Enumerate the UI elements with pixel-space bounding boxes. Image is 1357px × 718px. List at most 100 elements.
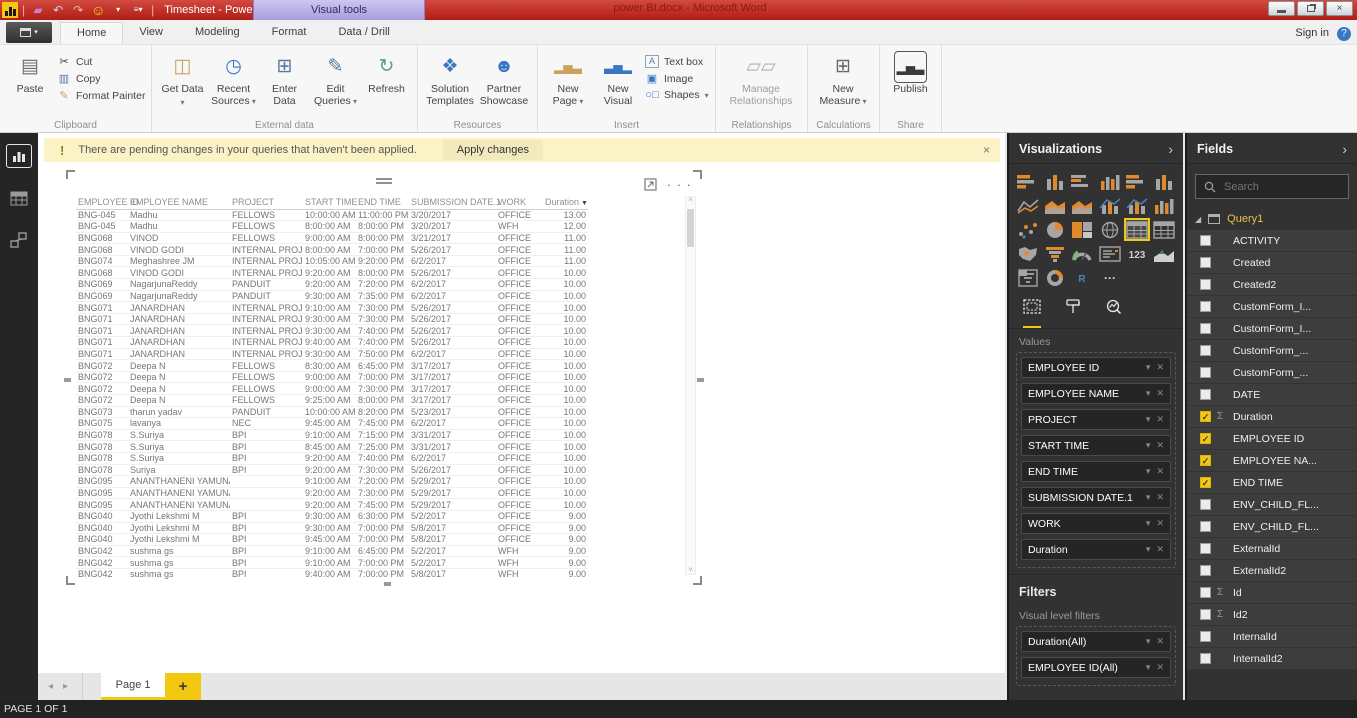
table-row[interactable]: BNG071JANARDHANINTERNAL PROJECT9:40:00 A… bbox=[76, 337, 588, 349]
field-pill-project[interactable]: PROJECT▾✕ bbox=[1021, 409, 1171, 430]
publish-button[interactable]: ▂▅▃Publish bbox=[887, 50, 934, 95]
resize-handle[interactable] bbox=[64, 378, 71, 382]
table-row[interactable]: BNG075lavanyaNEC9:45:00 AM7:45:00 PM6/2/… bbox=[76, 418, 588, 430]
search-input[interactable] bbox=[1224, 181, 1334, 193]
field-item-created[interactable]: Created bbox=[1187, 252, 1357, 273]
map-visual-icon[interactable] bbox=[1096, 218, 1122, 241]
table-row[interactable]: BNG068VINOD GODIINTERNAL PROJECT8:00:00 … bbox=[76, 244, 588, 256]
field-checkbox-checked[interactable]: ✓ bbox=[1200, 411, 1211, 422]
column-header-duration[interactable]: Duration bbox=[543, 196, 588, 209]
field-item-id2[interactable]: ΣId2 bbox=[1187, 604, 1357, 625]
cut-button[interactable]: ✂Cut bbox=[57, 55, 145, 68]
visual-more-options-icon[interactable]: · · · bbox=[667, 177, 692, 192]
banner-close-icon[interactable]: × bbox=[983, 143, 990, 157]
remove-field-icon[interactable]: ✕ bbox=[1156, 388, 1164, 399]
resize-handle[interactable] bbox=[384, 582, 391, 586]
field-item-activity[interactable]: ACTIVITY bbox=[1187, 230, 1357, 251]
manage-relationships-button[interactable]: ▱▱Manage Relationships bbox=[723, 50, 799, 107]
area-chart-visual-icon[interactable] bbox=[1042, 194, 1068, 217]
field-checkbox[interactable] bbox=[1200, 609, 1211, 620]
help-icon[interactable]: ? bbox=[1337, 27, 1351, 41]
field-dropdown-icon[interactable]: ▾ bbox=[1146, 544, 1151, 555]
field-item-customform-i-[interactable]: CustomForm_I... bbox=[1187, 318, 1357, 339]
table-row[interactable]: BNG072Deepa NFELLOWS9:25:00 AM8:00:00 PM… bbox=[76, 395, 588, 407]
more-visuals-visual-icon[interactable]: ··· bbox=[1096, 266, 1122, 289]
add-page-button[interactable]: + bbox=[165, 673, 201, 700]
field-checkbox[interactable] bbox=[1200, 631, 1211, 642]
field-dropdown-icon[interactable]: ▾ bbox=[1146, 518, 1151, 529]
expand-icon[interactable]: ◢ bbox=[1195, 215, 1201, 224]
column-header-employee-name[interactable]: EMPLOYEE NAME bbox=[128, 196, 230, 209]
field-checkbox[interactable] bbox=[1200, 543, 1211, 554]
clustered-bar-chart-visual-icon[interactable] bbox=[1069, 170, 1095, 193]
table-visual-icon[interactable] bbox=[1124, 218, 1150, 241]
field-checkbox[interactable] bbox=[1200, 301, 1211, 312]
waterfall-chart-visual-icon[interactable] bbox=[1151, 194, 1177, 217]
treemap-visual-icon[interactable] bbox=[1069, 218, 1095, 241]
new-page-button[interactable]: ▂▅▃New Page bbox=[545, 50, 591, 108]
table-row[interactable]: BNG073tharun yadavPANDUIT10:00:00 AM8:20… bbox=[76, 406, 588, 418]
table-row[interactable]: BNG068VINODFELLOWS9:00:00 AM8:00:00 PM3/… bbox=[76, 232, 588, 244]
resize-handle[interactable] bbox=[66, 576, 75, 585]
file-menu-button[interactable]: ▾ bbox=[6, 22, 52, 43]
edit-queries-button[interactable]: ✎Edit Queries bbox=[312, 50, 359, 108]
column-header-project[interactable]: PROJECT bbox=[230, 196, 303, 209]
ribbon-tab-modeling[interactable]: Modeling bbox=[179, 22, 256, 44]
solution-templates-button[interactable]: ❖Solution Templates bbox=[425, 50, 475, 107]
format-painter-button[interactable]: ✎Format Painter bbox=[57, 89, 145, 102]
field-checkbox[interactable] bbox=[1200, 367, 1211, 378]
field-pill-end-time[interactable]: END TIME▾✕ bbox=[1021, 461, 1171, 482]
column-header-work[interactable]: WORK bbox=[496, 196, 543, 209]
values-field-well[interactable]: EMPLOYEE ID▾✕EMPLOYEE NAME▾✕PROJECT▾✕STA… bbox=[1016, 352, 1176, 568]
field-checkbox[interactable] bbox=[1200, 345, 1211, 356]
column-header-end-time[interactable]: END TIME bbox=[356, 196, 409, 209]
focus-mode-icon[interactable] bbox=[644, 178, 657, 191]
smiley-dropdown-icon[interactable]: ▾ bbox=[111, 1, 125, 19]
tab-analytics[interactable] bbox=[1105, 299, 1122, 328]
field-item-duration[interactable]: ✓ΣDuration bbox=[1187, 406, 1357, 427]
remove-field-icon[interactable]: ✕ bbox=[1156, 544, 1164, 555]
field-pill-employee-id-all-[interactable]: EMPLOYEE ID(All)▾✕ bbox=[1021, 657, 1171, 678]
slicer-visual-icon[interactable] bbox=[1015, 266, 1041, 289]
kpi-visual-icon[interactable]: ▲ bbox=[1151, 242, 1177, 265]
line-and-stacked-column-chart-visual-icon[interactable] bbox=[1124, 194, 1150, 217]
table-row[interactable]: BNG095ANANTHANENI YAMUNA9:20:00 AM7:30:0… bbox=[76, 487, 588, 499]
multi-row-card-visual-icon[interactable] bbox=[1096, 242, 1122, 265]
field-dropdown-icon[interactable]: ▾ bbox=[1146, 492, 1151, 503]
field-dropdown-icon[interactable]: ▾ bbox=[1146, 362, 1151, 373]
field-checkbox[interactable] bbox=[1200, 565, 1211, 576]
field-checkbox-checked[interactable]: ✓ bbox=[1200, 433, 1211, 444]
field-item-customform-[interactable]: CustomForm_... bbox=[1187, 362, 1357, 383]
field-item-employee-id[interactable]: ✓EMPLOYEE ID bbox=[1187, 428, 1357, 449]
table-row[interactable]: BNG040Jyothi Lekshmi MBPI9:30:00 AM6:30:… bbox=[76, 510, 588, 522]
resize-handle[interactable] bbox=[66, 170, 75, 179]
new-visual-button[interactable]: ▃▅▂New Visual bbox=[595, 50, 641, 107]
get-data-button[interactable]: ◫Get Data bbox=[159, 50, 206, 109]
donut-chart-visual-icon[interactable] bbox=[1042, 266, 1068, 289]
field-pill-employee-id[interactable]: EMPLOYEE ID▾✕ bbox=[1021, 357, 1171, 378]
remove-field-icon[interactable]: ✕ bbox=[1156, 518, 1164, 529]
text-box-button[interactable]: AText box bbox=[645, 55, 709, 68]
table-visual[interactable]: · · · EMPLOYEE IDEMPLOYEE NAMEPROJECTSTA… bbox=[68, 172, 700, 583]
field-dropdown-icon[interactable]: ▾ bbox=[1146, 466, 1151, 477]
field-dropdown-icon[interactable]: ▾ bbox=[1146, 662, 1151, 673]
field-checkbox-checked[interactable]: ✓ bbox=[1200, 455, 1211, 466]
data-view-button[interactable] bbox=[7, 187, 31, 209]
table-row[interactable]: BNG-045MadhuFELLOWS10:00:00 AM11:00:00 P… bbox=[76, 209, 588, 221]
field-item-customform-i-[interactable]: CustomForm_I... bbox=[1187, 296, 1357, 317]
enter-data-button[interactable]: ⊞Enter Data bbox=[261, 50, 308, 107]
column-header-employee-id[interactable]: EMPLOYEE ID bbox=[76, 196, 128, 209]
ribbon-tab-data-drill[interactable]: Data / Drill bbox=[322, 22, 405, 44]
field-dropdown-icon[interactable]: ▾ bbox=[1146, 440, 1151, 451]
table-row[interactable]: BNG078SuriyaBPI9:20:00 AM7:30:00 PM5/26/… bbox=[76, 464, 588, 476]
field-checkbox[interactable] bbox=[1200, 279, 1211, 290]
funnel-visual-icon[interactable] bbox=[1042, 242, 1068, 265]
visual-drag-handle[interactable] bbox=[376, 176, 392, 186]
stacked-bar-chart-visual-icon[interactable] bbox=[1015, 170, 1041, 193]
remove-field-icon[interactable]: ✕ bbox=[1156, 440, 1164, 451]
gauge-visual-icon[interactable] bbox=[1069, 242, 1095, 265]
ribbon-tab-home[interactable]: Home bbox=[60, 22, 123, 44]
shapes-button[interactable]: ○□Shapes bbox=[645, 89, 709, 101]
field-item-created2[interactable]: Created2 bbox=[1187, 274, 1357, 295]
field-dropdown-icon[interactable]: ▾ bbox=[1146, 388, 1151, 399]
